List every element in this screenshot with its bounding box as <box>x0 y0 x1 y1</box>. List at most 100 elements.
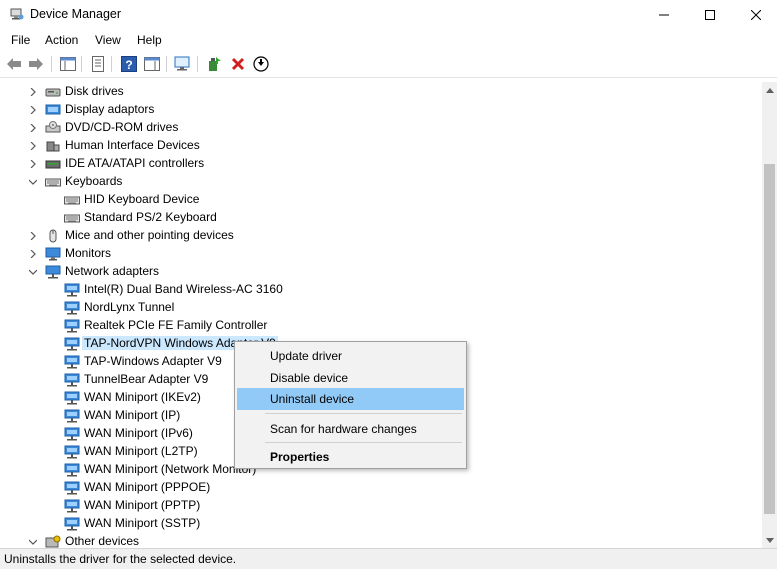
tree-category[interactable]: Disk drives <box>0 83 760 101</box>
network-adapter-icon <box>64 463 80 477</box>
vertical-scrollbar[interactable] <box>762 82 777 548</box>
tree-item-label: IDE ATA/ATAPI controllers <box>65 156 205 170</box>
tree-item-label: WAN Miniport (SSTP) <box>84 516 201 530</box>
ctx-item-label: Scan for hardware changes <box>270 422 417 436</box>
tree-device[interactable]: Standard PS/2 Keyboard <box>0 209 760 227</box>
network-adapter-icon <box>64 337 80 351</box>
ctx-separator <box>265 442 462 443</box>
disk-icon <box>45 85 61 99</box>
tree-category[interactable]: Human Interface Devices <box>0 137 760 155</box>
chevron-down-icon[interactable] <box>28 537 38 547</box>
monitor-icon <box>45 247 61 261</box>
network-adapter-icon <box>64 481 80 495</box>
ctx-separator <box>265 413 462 414</box>
chevron-right-icon[interactable] <box>28 87 38 97</box>
network-adapter-icon <box>64 283 80 297</box>
chevron-right-icon[interactable] <box>28 105 38 115</box>
context-menu: Update driver Disable device Uninstall d… <box>234 341 467 469</box>
ctx-properties[interactable]: Properties <box>237 446 464 468</box>
tree-item-label: WAN Miniport (Network Monitor) <box>84 462 257 476</box>
chevron-right-icon[interactable] <box>28 249 38 259</box>
status-text: Uninstalls the driver for the selected d… <box>4 552 237 566</box>
tree-device[interactable]: WAN Miniport (SSTP) <box>0 515 760 533</box>
ctx-item-label: Update driver <box>270 349 343 363</box>
menu-help[interactable]: Help <box>137 33 162 47</box>
properties-sheet-icon[interactable] <box>89 55 107 73</box>
help-icon[interactable]: ? <box>120 55 138 73</box>
menu-file[interactable]: File <box>11 33 30 47</box>
toolbar-separator <box>51 56 52 72</box>
chevron-down-icon[interactable] <box>28 177 38 187</box>
menu-bar: File Action View Help <box>0 30 777 50</box>
tree-category[interactable]: Keyboards <box>0 173 760 191</box>
tree-device[interactable]: WAN Miniport (PPPOE) <box>0 479 760 497</box>
tree-item-label: WAN Miniport (PPTP) <box>84 498 201 512</box>
tree-item-label: TAP-Windows Adapter V9 <box>84 354 222 368</box>
chevron-right-icon[interactable] <box>28 159 38 169</box>
ide-icon <box>45 157 61 171</box>
toolbar-separator <box>166 56 167 72</box>
network-adapter-icon <box>64 319 80 333</box>
network-adapter-icon <box>64 499 80 513</box>
tree-item-label: Realtek PCIe FE Family Controller <box>84 318 268 332</box>
ctx-item-label: Properties <box>270 450 330 464</box>
scan-hardware-icon[interactable] <box>174 55 192 73</box>
tree-category[interactable]: DVD/CD-ROM drives <box>0 119 760 137</box>
ctx-disable-device[interactable]: Disable device <box>237 367 464 389</box>
tree-item-label: HID Keyboard Device <box>84 192 200 206</box>
ctx-scan-hardware[interactable]: Scan for hardware changes <box>237 418 464 440</box>
tree-item-label: Network adapters <box>65 264 160 278</box>
maximize-button[interactable] <box>687 0 733 30</box>
tree-item-label: Other devices <box>65 534 140 548</box>
disable-device-icon[interactable] <box>252 55 270 73</box>
toolbar-separator <box>197 56 198 72</box>
show-hide-console-tree-icon[interactable] <box>59 55 77 73</box>
tree-device[interactable]: HID Keyboard Device <box>0 191 760 209</box>
network-adapter-icon <box>64 517 80 531</box>
menu-action[interactable]: Action <box>45 33 78 47</box>
menu-view[interactable]: View <box>95 33 121 47</box>
chevron-right-icon[interactable] <box>28 123 38 133</box>
tree-device[interactable]: NordLynx Tunnel <box>0 299 760 317</box>
toolbar-separator <box>81 56 82 72</box>
tree-category[interactable]: Network adapters <box>0 263 760 281</box>
tree-item-label: Intel(R) Dual Band Wireless-AC 3160 <box>84 282 283 296</box>
title-bar: Device Manager <box>0 0 777 30</box>
tree-item-label: WAN Miniport (L2TP) <box>84 444 198 458</box>
uninstall-device-icon[interactable] <box>229 55 247 73</box>
tree-category[interactable]: Other devices <box>0 533 760 548</box>
tree-device[interactable]: Realtek PCIe FE Family Controller <box>0 317 760 335</box>
status-bar: Uninstalls the driver for the selected d… <box>0 548 777 569</box>
chevron-right-icon[interactable] <box>28 231 38 241</box>
ctx-update-driver[interactable]: Update driver <box>237 345 464 367</box>
other-devices-icon <box>45 535 61 548</box>
minimize-button[interactable] <box>641 0 687 30</box>
mouse-icon <box>45 229 61 243</box>
tree-category[interactable]: Monitors <box>0 245 760 263</box>
scroll-up-icon[interactable] <box>762 82 777 98</box>
network-icon <box>45 265 61 279</box>
tree-category[interactable]: IDE ATA/ATAPI controllers <box>0 155 760 173</box>
network-adapter-icon <box>64 391 80 405</box>
hid-icon <box>45 139 61 153</box>
update-driver-icon[interactable] <box>205 55 223 73</box>
tree-item-label: WAN Miniport (IP) <box>84 408 181 422</box>
scrollbar-thumb[interactable] <box>764 164 775 514</box>
tree-category[interactable]: Display adaptors <box>0 101 760 119</box>
scroll-down-icon[interactable] <box>762 532 777 548</box>
tree-device[interactable]: Intel(R) Dual Band Wireless-AC 3160 <box>0 281 760 299</box>
keyboard-icon <box>45 175 61 189</box>
tree-category[interactable]: Mice and other pointing devices <box>0 227 760 245</box>
back-icon[interactable] <box>5 55 23 73</box>
tree-device[interactable]: WAN Miniport (PPTP) <box>0 497 760 515</box>
chevron-down-icon[interactable] <box>28 267 38 277</box>
action-pane-icon[interactable] <box>143 55 161 73</box>
ctx-uninstall-device[interactable]: Uninstall device <box>237 388 464 410</box>
tree-item-label: Mice and other pointing devices <box>65 228 234 242</box>
forward-icon[interactable] <box>27 55 45 73</box>
close-button[interactable] <box>733 0 777 30</box>
network-adapter-icon <box>64 373 80 387</box>
network-adapter-icon <box>64 445 80 459</box>
chevron-right-icon[interactable] <box>28 141 38 151</box>
tree-item-label: Display adaptors <box>65 102 155 116</box>
